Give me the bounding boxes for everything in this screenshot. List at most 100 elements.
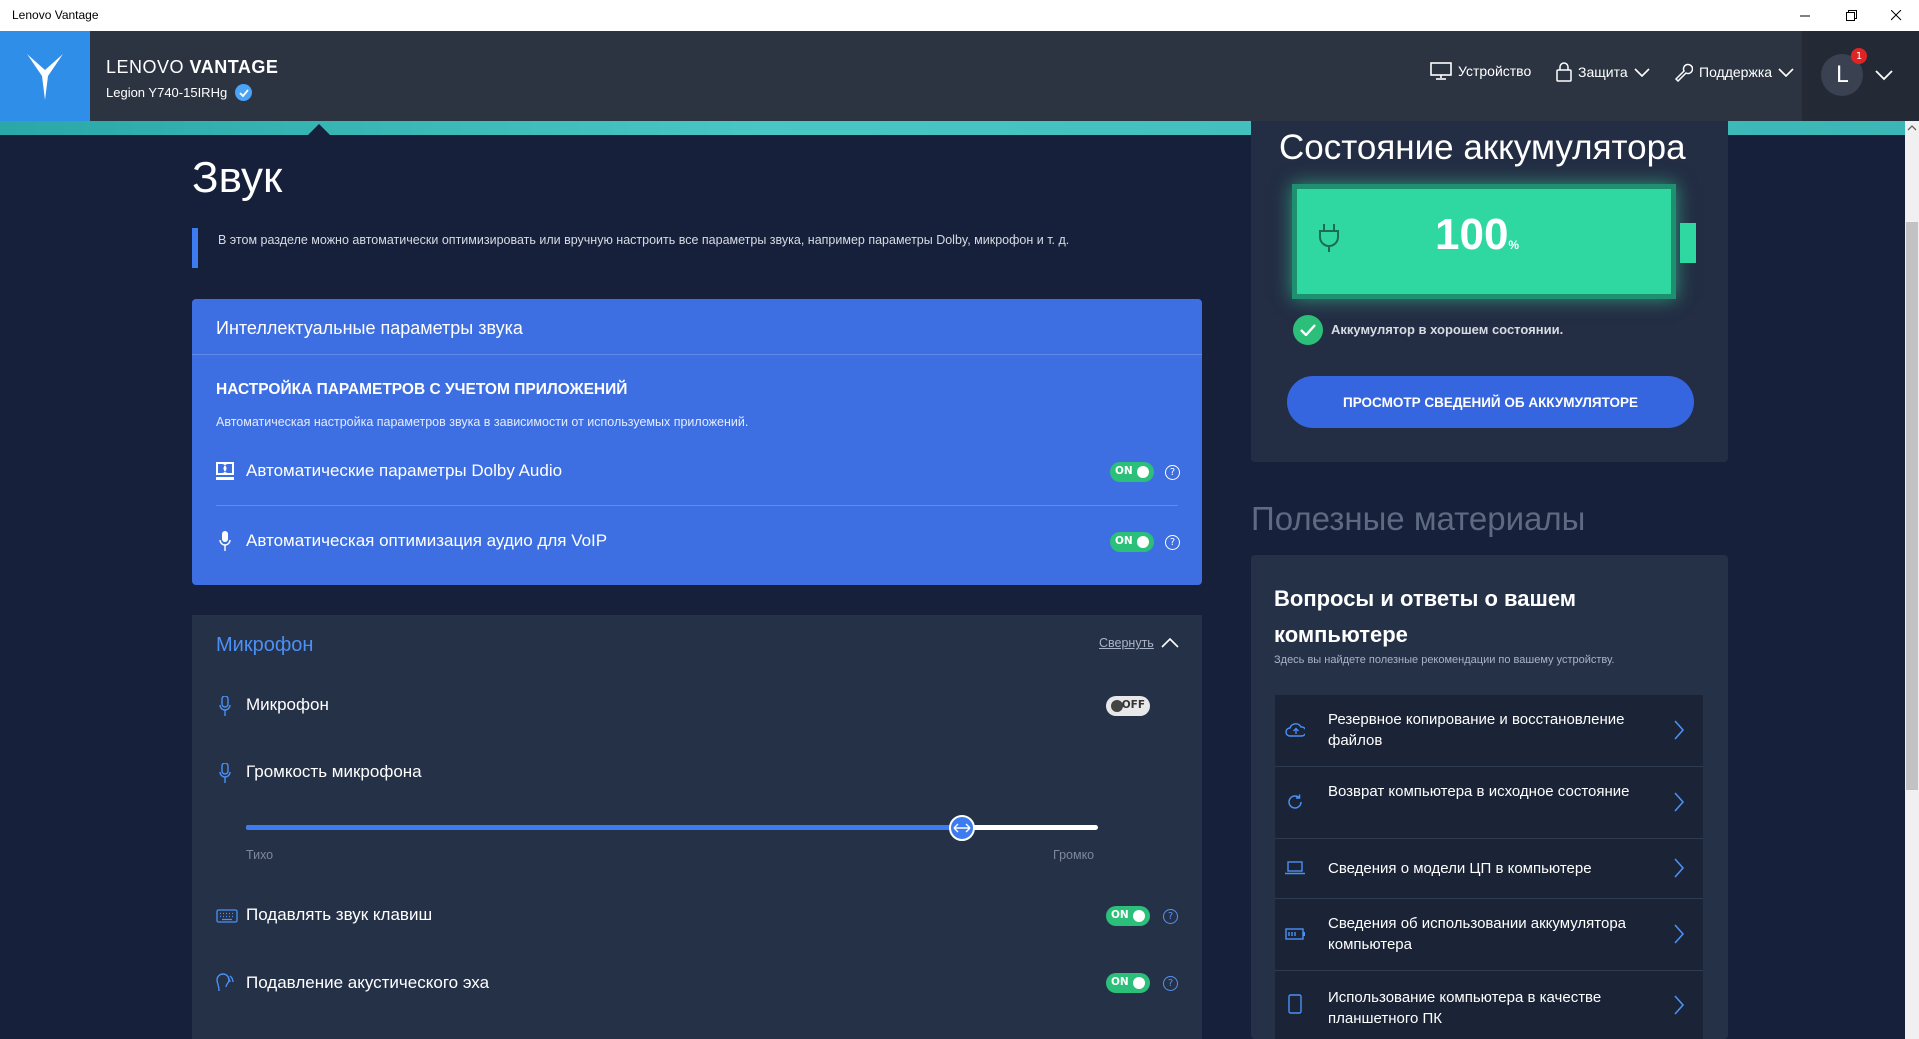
microphone-label: Микрофон: [246, 695, 329, 714]
faq-item-backup[interactable]: Резервное копирование и восстановление ф…: [1275, 695, 1703, 767]
scroll-up-arrow-icon[interactable]: [1905, 121, 1919, 135]
voip-help-icon[interactable]: ?: [1165, 535, 1180, 550]
microphone-volume-icon: [216, 763, 234, 783]
keyboard-noise-toggle-state: ON: [1111, 909, 1129, 921]
active-nav-indicator: [308, 124, 330, 135]
legion-logo-icon: [27, 54, 63, 100]
microphone-volume-fill: [246, 825, 962, 830]
voip-optimization-label: Автоматическая оптимизация аудио для VoI…: [246, 531, 608, 550]
nav-support-label: Поддержка: [1699, 64, 1773, 80]
chevron-right-icon: [1674, 858, 1685, 878]
dolby-audio-toggle-state: ON: [1115, 465, 1133, 477]
minimize-button[interactable]: [1782, 0, 1828, 31]
battery-icon: [1285, 924, 1305, 944]
notification-badge: 1: [1851, 48, 1867, 64]
faq-title: Вопросы и ответы о вашем компьютере: [1274, 586, 1577, 647]
collapse-link[interactable]: Свернуть: [1099, 636, 1154, 650]
faq-subtitle: Здесь вы найдете полезные рекомендации п…: [1274, 654, 1615, 666]
dolby-audio-label: Автоматические параметры Dolby Audio: [246, 461, 563, 480]
faq-item-label: Возврат компьютера в исходное состояние: [1328, 783, 1630, 800]
battery-percent-value: 100: [1435, 210, 1509, 259]
verified-check-icon: [235, 84, 253, 101]
lenovo-logo[interactable]: [0, 31, 90, 121]
chevron-right-icon: [1674, 792, 1685, 812]
lock-icon: [1556, 62, 1572, 82]
keyboard-noise-label: Подавлять звук клавиш: [246, 905, 433, 924]
monitor-icon: [1430, 62, 1452, 80]
restore-icon: [1845, 10, 1857, 21]
brand-name-bold: VANTAGE: [189, 57, 279, 77]
faq-item-reset[interactable]: Возврат компьютера в исходное состояние: [1275, 767, 1703, 839]
laptop-icon: [1285, 858, 1305, 878]
refresh-icon: [1285, 792, 1305, 812]
battery-percent: 100%: [1435, 210, 1519, 260]
brand-name: LENOVO VANTAGE: [106, 57, 278, 78]
dolby-help-icon[interactable]: ?: [1165, 465, 1180, 480]
dolby-audio-toggle[interactable]: ON: [1110, 462, 1154, 482]
slider-handle[interactable]: [949, 815, 975, 841]
microphone-section-title: Микрофон: [216, 634, 314, 656]
faq-item-cpu[interactable]: Сведения о модели ЦП в компьютере: [1275, 839, 1703, 899]
brand-name-light: LENOVO: [106, 57, 190, 77]
echo-cancel-label: Подавление акустического эха: [246, 973, 490, 992]
battery-status-title: Состояние аккумулятора: [1279, 128, 1686, 167]
cloud-backup-icon: [1285, 720, 1305, 740]
faq-item-battery-usage[interactable]: Сведения об использовании аккумулятора к…: [1275, 899, 1703, 971]
restore-button[interactable]: [1828, 0, 1874, 31]
nav-device-label: Устройство: [1458, 63, 1532, 79]
voip-toggle-state: ON: [1115, 535, 1133, 547]
echo-cancel-help-icon[interactable]: ?: [1163, 976, 1178, 991]
microphone-icon: [216, 696, 234, 716]
wrench-icon: [1674, 63, 1693, 82]
echo-cancel-icon: [216, 973, 234, 993]
chevron-up-icon[interactable]: [1161, 637, 1179, 648]
voip-optimization-toggle[interactable]: ON: [1110, 532, 1154, 552]
faq-item-label: Сведения об использовании аккумулятора к…: [1328, 915, 1627, 953]
keyboard-icon: [216, 906, 238, 926]
smart-audio-title: Интеллектуальные параметры звука: [216, 318, 523, 338]
faq-item-tablet[interactable]: Использование компьютера в качестве план…: [1275, 971, 1703, 1039]
chevron-right-icon: [1674, 995, 1685, 1015]
faq-item-label: Сведения о модели ЦП в компьютере: [1328, 860, 1592, 877]
row-divider: [216, 505, 1178, 506]
smart-audio-description: Автоматическая настройка параметров звук…: [216, 415, 749, 429]
chevron-down-icon: [1778, 68, 1794, 77]
dolby-icon: [216, 461, 234, 481]
smart-audio-subtitle: НАСТРОЙКА ПАРАМЕТРОВ С УЧЕТОМ ПРИЛОЖЕНИЙ: [216, 381, 628, 398]
voip-microphone-icon: [216, 531, 234, 551]
volume-low-label: Тихо: [246, 848, 274, 862]
window-title-bar: Lenovo Vantage: [0, 0, 1919, 31]
device-model: Legion Y740-15IRHg: [106, 84, 253, 101]
close-icon: [1890, 10, 1901, 21]
description-accent-bar: [192, 228, 198, 268]
page-title: Звук: [192, 153, 283, 202]
nav-support[interactable]: Поддержка: [1673, 62, 1794, 82]
chevron-right-icon: [1674, 924, 1685, 944]
volume-high-label: Громко: [1053, 848, 1095, 862]
echo-cancel-toggle[interactable]: ON: [1106, 973, 1150, 993]
battery-details-button[interactable]: ПРОСМОТР СВЕДЕНИЙ ОБ АККУМУЛЯТОРЕ: [1287, 376, 1694, 428]
faq-item-label: Использование компьютера в качестве план…: [1328, 989, 1602, 1027]
battery-health-status: Аккумулятор в хорошем состоянии.: [1331, 322, 1564, 337]
plug-icon: [1319, 224, 1339, 252]
close-button[interactable]: [1873, 0, 1919, 31]
horizontal-arrows-icon: [953, 823, 971, 833]
nav-security-label: Защита: [1578, 64, 1628, 80]
keyboard-noise-toggle[interactable]: ON: [1106, 906, 1150, 926]
useful-materials-title: Полезные материалы: [1251, 500, 1586, 537]
echo-cancel-toggle-state: ON: [1111, 976, 1129, 988]
chevron-down-icon: [1634, 68, 1650, 77]
scrollbar-thumb[interactable]: [1906, 222, 1918, 790]
tablet-icon: [1285, 994, 1305, 1014]
nav-device[interactable]: Устройство: [1430, 62, 1531, 80]
battery-percent-unit: %: [1508, 238, 1520, 252]
user-menu-chevron-icon[interactable]: [1875, 70, 1893, 81]
nav-security[interactable]: Защита: [1556, 62, 1650, 82]
check-icon: [1293, 315, 1323, 345]
device-model-label: Legion Y740-15IRHg: [106, 85, 228, 100]
microphone-toggle[interactable]: OFF: [1106, 696, 1150, 716]
page-description: В этом разделе можно автоматически оптим…: [218, 233, 1070, 247]
faq-item-label: Резервное копирование и восстановление ф…: [1328, 711, 1625, 749]
microphone-toggle-state: OFF: [1121, 699, 1145, 711]
keyboard-noise-help-icon[interactable]: ?: [1163, 909, 1178, 924]
